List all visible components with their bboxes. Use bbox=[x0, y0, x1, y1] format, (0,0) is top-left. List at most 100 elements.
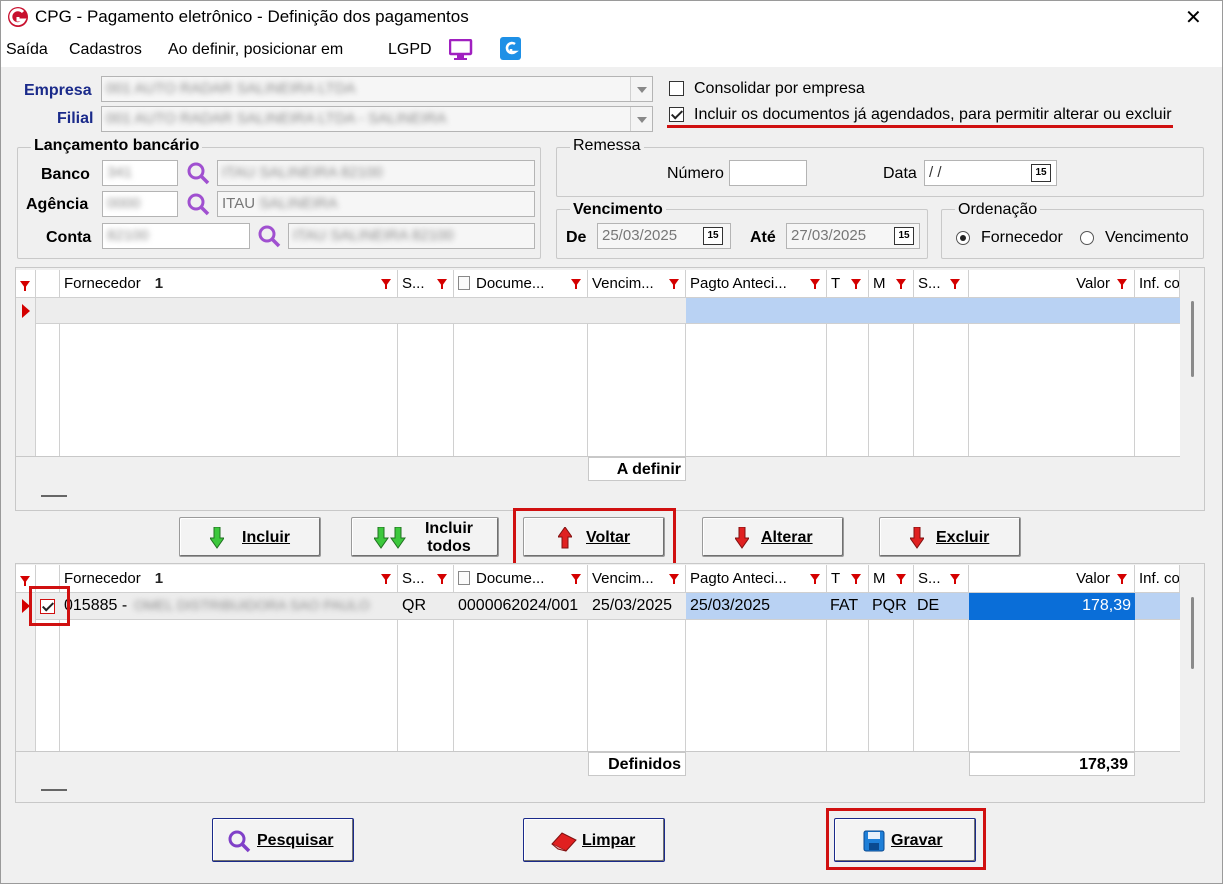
arrow-down-red-icon bbox=[910, 527, 924, 549]
conta-label: Conta bbox=[46, 229, 92, 246]
gravar-button[interactable]: Gravar bbox=[834, 818, 976, 862]
conta-desc: ITAU SALINEIRA 82100 bbox=[288, 223, 535, 249]
table-row[interactable] bbox=[36, 298, 686, 324]
row-indicator-col bbox=[16, 298, 36, 456]
banco-desc: ITAU SALINEIRA 82100 bbox=[217, 160, 535, 186]
col-pagto-header[interactable]: Pagto Anteci... bbox=[686, 565, 827, 593]
banco-code-input[interactable]: 341 bbox=[102, 160, 178, 186]
title-bar: CPG - Pagamento eletrônico - Definição d… bbox=[1, 1, 1222, 33]
scrollbar[interactable] bbox=[1191, 597, 1194, 669]
ordenacao-fornecedor-radio[interactable] bbox=[956, 231, 970, 245]
cell-s: QR bbox=[402, 597, 426, 614]
col-valor-header[interactable]: Valor bbox=[969, 565, 1135, 593]
agencia-desc: ITAU SALINEIRA bbox=[217, 191, 535, 217]
col-s2-header[interactable]: S... bbox=[914, 565, 969, 593]
agencia-code-input[interactable]: 0000 bbox=[102, 191, 178, 217]
table-row-highlight[interactable] bbox=[686, 298, 1180, 324]
col-m-header[interactable]: M bbox=[869, 270, 914, 298]
col-s2-header[interactable]: S... bbox=[914, 270, 969, 298]
arrow-down-red-icon bbox=[735, 527, 749, 549]
col-label: S... bbox=[402, 275, 425, 292]
agencia-label: Agência bbox=[26, 196, 89, 213]
app-g-icon[interactable] bbox=[500, 37, 522, 61]
monitor-icon[interactable] bbox=[449, 39, 473, 61]
voltar-button[interactable]: Voltar bbox=[523, 517, 665, 557]
consolidar-label: Consolidar por empresa bbox=[694, 80, 865, 97]
menu-saida[interactable]: Saída bbox=[6, 41, 48, 59]
calendar-icon[interactable]: 15 bbox=[703, 227, 723, 245]
col-fornecedor-header[interactable]: Fornecedor 1 bbox=[60, 565, 398, 593]
col-vencimento-header[interactable]: Vencim... bbox=[588, 565, 686, 593]
col-label: Vencim... bbox=[592, 570, 654, 587]
bottom-grid[interactable]: Fornecedor 1 S... Docume... Vencim... Pag… bbox=[16, 565, 1180, 777]
gravar-label: Gravar bbox=[891, 832, 943, 849]
scrollbar[interactable] bbox=[1191, 301, 1194, 377]
col-valor-header[interactable]: Valor bbox=[969, 270, 1135, 298]
incluir-todos-button[interactable]: Incluir todos bbox=[351, 517, 499, 557]
row-pointer-icon bbox=[22, 304, 30, 318]
data-label: Data bbox=[883, 165, 917, 182]
chevron-down-icon[interactable] bbox=[630, 77, 652, 101]
empresa-label: Empresa bbox=[24, 82, 92, 99]
ate-label: Até bbox=[750, 229, 776, 246]
col-fornecedor-header[interactable]: Fornecedor 1 bbox=[60, 270, 398, 298]
col-label: Valor bbox=[1076, 570, 1110, 587]
consolidar-checkbox[interactable] bbox=[669, 81, 684, 96]
ordenacao-vencimento-radio[interactable] bbox=[1080, 231, 1094, 245]
empresa-select[interactable]: 001 AUTO RADAR SALINEIRA LTDA bbox=[101, 76, 653, 102]
highlight-underline bbox=[667, 125, 1173, 128]
col-s-header[interactable]: S... bbox=[398, 565, 454, 593]
conta-code-input[interactable]: 82100 bbox=[102, 223, 250, 249]
calendar-icon[interactable]: 15 bbox=[894, 227, 914, 245]
search-icon[interactable] bbox=[256, 223, 282, 249]
pesquisar-button[interactable]: Pesquisar bbox=[212, 818, 354, 862]
grid-resize-handle[interactable] bbox=[41, 789, 67, 791]
alterar-button[interactable]: Alterar bbox=[702, 517, 844, 557]
incluir-label: Incluir bbox=[242, 529, 291, 546]
col-inf-header[interactable]: Inf. co bbox=[1135, 565, 1180, 593]
col-vencimento-header[interactable]: Vencim... bbox=[588, 270, 686, 298]
fornecedor-code: 015885 - bbox=[64, 597, 128, 614]
filial-select[interactable]: 001 AUTO RADAR SALINEIRA LTDA - SALINEIR… bbox=[101, 106, 653, 132]
calendar-icon[interactable]: 15 bbox=[1031, 164, 1051, 182]
definidos-total: 178,39 bbox=[969, 752, 1135, 776]
close-icon[interactable]: ✕ bbox=[1185, 5, 1202, 30]
incluir-button[interactable]: Incluir bbox=[179, 517, 321, 557]
col-label: Fornecedor bbox=[64, 570, 141, 587]
grid-resize-handle[interactable] bbox=[41, 495, 67, 497]
search-icon[interactable] bbox=[185, 191, 211, 217]
data-value: / / bbox=[929, 164, 942, 181]
a-definir-label: A definir bbox=[588, 457, 686, 481]
col-documento-header[interactable]: Docume... bbox=[454, 270, 588, 298]
col-label: T bbox=[831, 275, 841, 292]
definidos-label: Definidos bbox=[588, 752, 686, 776]
col-t-header[interactable]: T bbox=[827, 270, 869, 298]
col-m-header[interactable]: M bbox=[869, 565, 914, 593]
excluir-label: Excluir bbox=[936, 529, 990, 546]
ordenacao-vencimento-label: Vencimento bbox=[1105, 229, 1189, 246]
menu-cadastros[interactable]: Cadastros bbox=[69, 41, 142, 59]
menu-bar: Saída Cadastros Ao definir, posicionar e… bbox=[1, 33, 1222, 67]
chevron-down-icon[interactable] bbox=[630, 107, 652, 131]
grid-corner bbox=[16, 565, 36, 593]
agencia-desc-rest: SALINEIRA bbox=[259, 195, 338, 212]
col-label: S... bbox=[918, 275, 941, 292]
incluir-todos-label-1: Incluir bbox=[424, 520, 473, 537]
incluir-agendados-checkbox[interactable] bbox=[669, 107, 684, 122]
col-documento-header[interactable]: Docume... bbox=[454, 565, 588, 593]
col-s-header[interactable]: S... bbox=[398, 270, 454, 298]
row-select-checkbox[interactable] bbox=[40, 599, 55, 614]
menu-lgpd[interactable]: LGPD bbox=[388, 41, 432, 59]
numero-input[interactable] bbox=[729, 160, 807, 186]
excluir-button[interactable]: Excluir bbox=[879, 517, 1021, 557]
col-t-header[interactable]: T bbox=[827, 565, 869, 593]
col-label: M bbox=[873, 570, 886, 587]
top-grid[interactable]: Fornecedor 1 S... Docume... Vencim... Pag… bbox=[16, 270, 1180, 482]
col-pagto-header[interactable]: Pagto Anteci... bbox=[686, 270, 827, 298]
cell-documento: 0000062024/001 bbox=[458, 597, 579, 614]
col-inf-header[interactable]: Inf. co bbox=[1135, 270, 1180, 298]
search-icon[interactable] bbox=[185, 160, 211, 186]
document-icon bbox=[458, 276, 470, 290]
menu-ao-definir[interactable]: Ao definir, posicionar em bbox=[168, 41, 343, 59]
limpar-button[interactable]: Limpar bbox=[523, 818, 665, 862]
